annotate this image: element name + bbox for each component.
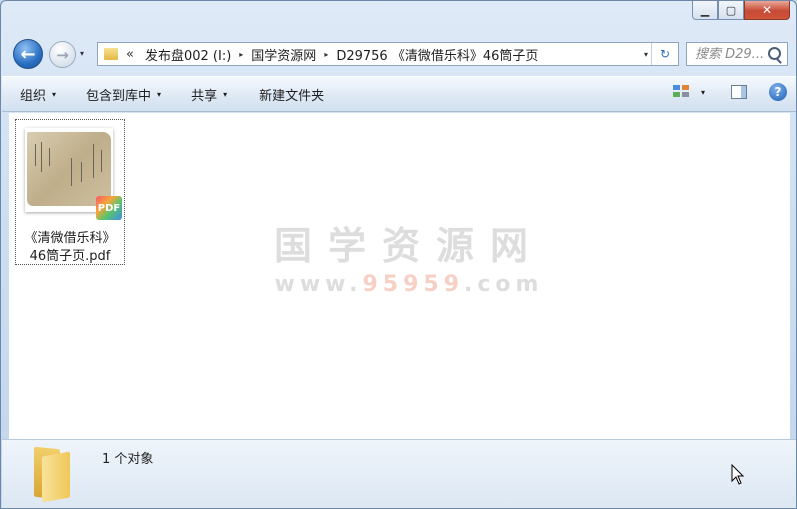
help-icon[interactable]: ?: [769, 83, 787, 101]
toolbar-right-group: ▾ ?: [672, 83, 787, 101]
share-button[interactable]: 共享 ▾: [183, 82, 235, 106]
breadcrumb-separator-icon[interactable]: ▸: [321, 50, 331, 59]
item-count-label: 1 个对象: [102, 452, 154, 467]
details-pane: 1 个对象: [2, 439, 796, 508]
address-bar[interactable]: « 发布盘002 (I:) ▸ 国学资源网 ▸ D29756 《清微借乐科》46…: [97, 42, 679, 66]
include-library-label: 包含到库中: [86, 88, 152, 104]
recent-pages-dropdown[interactable]: ▾: [80, 49, 84, 58]
new-folder-label: 新建文件夹: [259, 88, 325, 104]
minimize-button[interactable]: ▁: [692, 1, 718, 20]
command-toolbar: 组织 ▾ 包含到库中 ▾ 共享 ▾ 新建文件夹 ▾ ?: [2, 76, 796, 112]
breadcrumb-current[interactable]: D29756 《清微借乐科》46筒子页: [331, 45, 543, 64]
search-box[interactable]: [686, 42, 788, 66]
explorer-window: ▁ ▢ ✕ ← → ▾ « 发布盘002 (I:) ▸ 国学资源网 ▸ D297…: [0, 0, 797, 509]
mouse-pointer-icon: [731, 464, 745, 485]
scanned-page-image: [27, 132, 111, 206]
file-name-line2: 46筒子页.pdf: [29, 249, 111, 264]
forward-arrow-icon: →: [56, 45, 69, 64]
file-item-pdf[interactable]: PDF 《清微借乐科》 46筒子页.pdf: [15, 119, 125, 265]
address-overflow-chevron[interactable]: «: [126, 47, 134, 62]
search-input[interactable]: [695, 46, 767, 62]
back-arrow-icon: ←: [20, 43, 36, 65]
breadcrumb-folder[interactable]: 国学资源网: [246, 45, 321, 64]
caption-buttons: ▁ ▢ ✕: [692, 1, 790, 21]
view-options-dropdown-icon[interactable]: ▾: [701, 88, 705, 97]
address-dropdown-icon[interactable]: ▾: [644, 50, 648, 59]
chevron-down-icon: ▾: [223, 89, 228, 99]
watermark-url-number: 95959: [362, 272, 465, 297]
watermark-url: www.95959.com: [264, 272, 554, 297]
organize-button[interactable]: 组织 ▾: [12, 82, 64, 106]
chevron-down-icon: ▾: [157, 89, 162, 99]
change-view-icon[interactable]: [672, 85, 691, 99]
watermark-url-prefix: www.: [274, 272, 363, 297]
file-name-line1: 《清微借乐科》: [24, 231, 116, 246]
maximize-button[interactable]: ▢: [718, 1, 744, 20]
pdf-file-icon: PDF: [96, 196, 122, 220]
watermark-url-suffix: .com: [464, 272, 544, 297]
refresh-icon: ↻: [659, 47, 671, 61]
file-list-area[interactable]: PDF 《清微借乐科》 46筒子页.pdf 国学资源网 www.95959.co…: [9, 113, 790, 439]
organize-label: 组织: [20, 88, 47, 104]
watermark-title: 国学资源网: [273, 224, 544, 268]
preview-pane-icon[interactable]: [731, 85, 747, 99]
share-label: 共享: [191, 88, 218, 104]
chevron-down-icon: ▾: [52, 89, 57, 99]
folder-icon: [30, 446, 78, 503]
include-in-library-button[interactable]: 包含到库中 ▾: [78, 82, 169, 106]
refresh-button[interactable]: ↻: [651, 43, 678, 65]
close-button[interactable]: ✕: [744, 1, 790, 20]
new-folder-button[interactable]: 新建文件夹: [251, 82, 332, 106]
breadcrumb-separator-icon[interactable]: ▸: [236, 50, 246, 59]
breadcrumb-drive[interactable]: 发布盘002 (I:): [140, 45, 236, 64]
site-watermark: 国学资源网 www.95959.com: [264, 215, 554, 297]
back-button[interactable]: ←: [13, 39, 43, 69]
file-name-label: 《清微借乐科》 46筒子页.pdf: [16, 230, 124, 266]
forward-button[interactable]: →: [49, 41, 76, 68]
search-icon[interactable]: [768, 47, 781, 60]
folder-icon: [104, 48, 118, 60]
